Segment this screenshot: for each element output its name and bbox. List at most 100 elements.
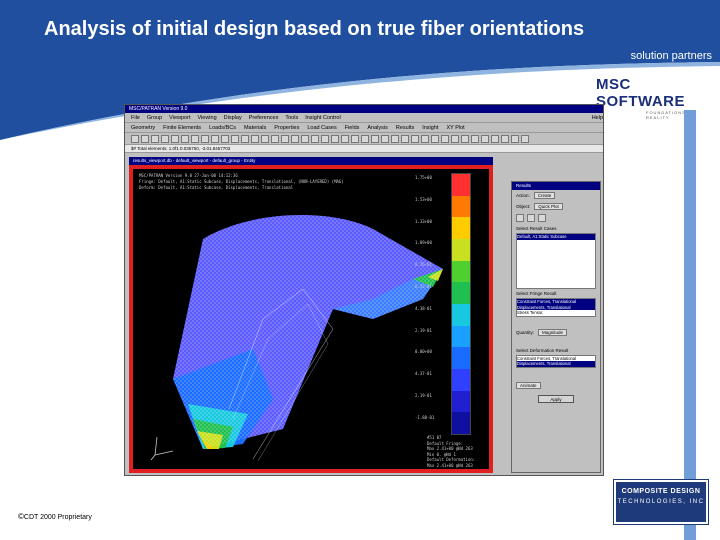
msc-logo-wordmark: MSC SOFTWARE [596,76,685,110]
select-cases-label: Select Result Cases [516,226,557,231]
toolbar-button-icon[interactable] [261,134,269,143]
patran-window: MSC/PATRAN Version 9.0 File Group Viewport… [124,104,604,476]
viewport-footer-line: Max 2.41+00 @Nd 263 [427,446,473,451]
toolbar-button-icon[interactable] [291,134,299,143]
menu-item-tools[interactable]: Tools [285,115,298,121]
toolbar-button-icon[interactable] [231,134,239,143]
object-row: Object: Quick Plot [512,201,600,212]
legend-tick-label: 4.37-01 [415,371,432,377]
app-application-menubar: Geometry Finite Elements Loads/BCs Material… [125,123,603,133]
toolbar-button-icon[interactable] [201,134,209,143]
panel-tool-icon[interactable] [527,214,535,222]
menu-item-viewport[interactable]: Viewport [169,115,190,121]
app-menu-load-cases[interactable]: Load Cases [307,125,336,131]
object-label: Object: [516,204,531,209]
result-cases-list[interactable]: Default, A1:Static Subcase [516,233,596,289]
toolbar-button-icon[interactable] [281,134,289,143]
fringe-result-label: Select Fringe Result [516,291,557,296]
toolbar-button-icon[interactable] [251,134,259,143]
object-select[interactable]: Quick Plot [534,203,563,210]
toolbar-button-icon[interactable] [221,134,229,143]
app-menu-finite-elements[interactable]: Finite Elements [163,125,201,131]
toolbar-button-icon[interactable] [511,134,519,143]
footer-text: CDT 2000 Proprietary [23,514,92,521]
app-menu-insight[interactable]: Insight [422,125,438,131]
toolbar-button-icon[interactable] [161,134,169,143]
toolbar-button-icon[interactable] [361,134,369,143]
menu-item-viewing[interactable]: Viewing [197,115,216,121]
toolbar-button-icon[interactable] [181,134,189,143]
menu-item-insight-control[interactable]: Insight Control [305,115,340,121]
toolbar-button-icon[interactable] [451,134,459,143]
toolbar-button-icon[interactable] [141,134,149,143]
axis-triad-icon [150,436,174,461]
toolbar-button-icon[interactable] [311,134,319,143]
menu-item-group[interactable]: Group [147,115,162,121]
animate-toggle[interactable]: Animate [516,381,541,389]
apply-button[interactable]: Apply [538,394,574,403]
toolbar-button-icon[interactable] [491,134,499,143]
app-menu-materials[interactable]: Materials [244,125,266,131]
toolbar-button-icon[interactable] [421,134,429,143]
fringe-result-item[interactable]: Stress Tensor, [517,310,595,316]
cdt-logo-line1: COMPOSITE DESIGN [621,488,701,495]
msc-software-logo: MSC SOFTWARE FOUNDATIONS OF REALITY [596,76,714,120]
panel-tool-icon[interactable] [516,214,524,222]
toolbar-button-icon[interactable] [441,134,449,143]
toolbar-button-icon[interactable] [151,134,159,143]
app-menu-xy-plot[interactable]: XY Plot [446,125,464,131]
msc-logo-tagline: FOUNDATIONS OF REALITY [646,110,696,120]
legend-tick-label: -1.88-01 [415,414,435,420]
graphics-viewport[interactable]: MSC/PATRAN Version 9.0 27-Jan-00 14:12:3… [129,165,493,473]
accent-bar [684,110,696,540]
toolbar-button-icon[interactable] [461,134,469,143]
toolbar-button-icon[interactable] [211,134,219,143]
animate-row: Animate [512,380,600,391]
fringe-result-list[interactable]: Constraint Forces, Translational Displace… [516,298,596,317]
panel-tool-icon[interactable] [538,214,546,222]
toolbar-button-icon[interactable] [351,134,359,143]
viewport-title-bar: results_viewport.db - default_viewport -… [129,157,493,165]
command-line[interactable]: $# Total elements: 1.0f1.0.036750, -3.01… [125,145,603,153]
deformation-result-list[interactable]: Constraint Forces, Translational Displace… [516,354,596,368]
toolbar-button-icon[interactable] [131,134,139,143]
action-row: Action: Create [512,190,600,201]
toolbar-button-icon[interactable] [331,134,339,143]
app-menu-properties[interactable]: Properties [274,125,299,131]
menu-item-help[interactable]: Help [592,115,603,121]
legend-tick-label: 4.38-01 [415,305,432,311]
menu-item-display[interactable]: Display [224,115,242,121]
toolbar-button-icon[interactable] [411,134,419,143]
toolbar-button-icon[interactable] [381,134,389,143]
toolbar-button-icon[interactable] [341,134,349,143]
app-menu-loads-bcs[interactable]: Loads/BCs [209,125,236,131]
toolbar-button-icon[interactable] [191,134,199,143]
menu-item-file[interactable]: File [131,115,140,121]
legend-tick-label: 1.75+00 [415,175,432,180]
app-menu-geometry[interactable]: Geometry [131,125,155,131]
toolbar-button-icon[interactable] [301,134,309,143]
toolbar-button-icon[interactable] [431,134,439,143]
toolbar-button-icon[interactable] [271,134,279,143]
result-case-item[interactable]: Default, A1:Static Subcase [517,234,595,240]
viewport-footer-line: Default Deformation: [427,457,476,462]
deformation-result-item[interactable]: Displacements, Translational [517,361,595,367]
app-menu-fields[interactable]: Fields [345,125,360,131]
quantity-select[interactable]: Magnitude [538,328,568,336]
quantity-row: Quantity: Magnitude [512,327,600,338]
toolbar-button-icon[interactable] [241,134,249,143]
toolbar-button-icon[interactable] [391,134,399,143]
action-select[interactable]: Create [533,192,556,199]
toolbar-button-icon[interactable] [401,134,409,143]
legend-tick-label: 6.55-01 [415,284,432,289]
toolbar-button-icon[interactable] [321,134,329,143]
toolbar-button-icon[interactable] [371,134,379,143]
toolbar-button-icon[interactable] [501,134,509,143]
toolbar-button-icon[interactable] [481,134,489,143]
toolbar-button-icon[interactable] [171,134,179,143]
app-menu-results[interactable]: Results [396,125,414,131]
toolbar-button-icon[interactable] [521,134,529,143]
toolbar-button-icon[interactable] [471,134,479,143]
menu-item-preferences[interactable]: Preferences [249,115,279,121]
app-menu-analysis[interactable]: Analysis [367,125,387,131]
